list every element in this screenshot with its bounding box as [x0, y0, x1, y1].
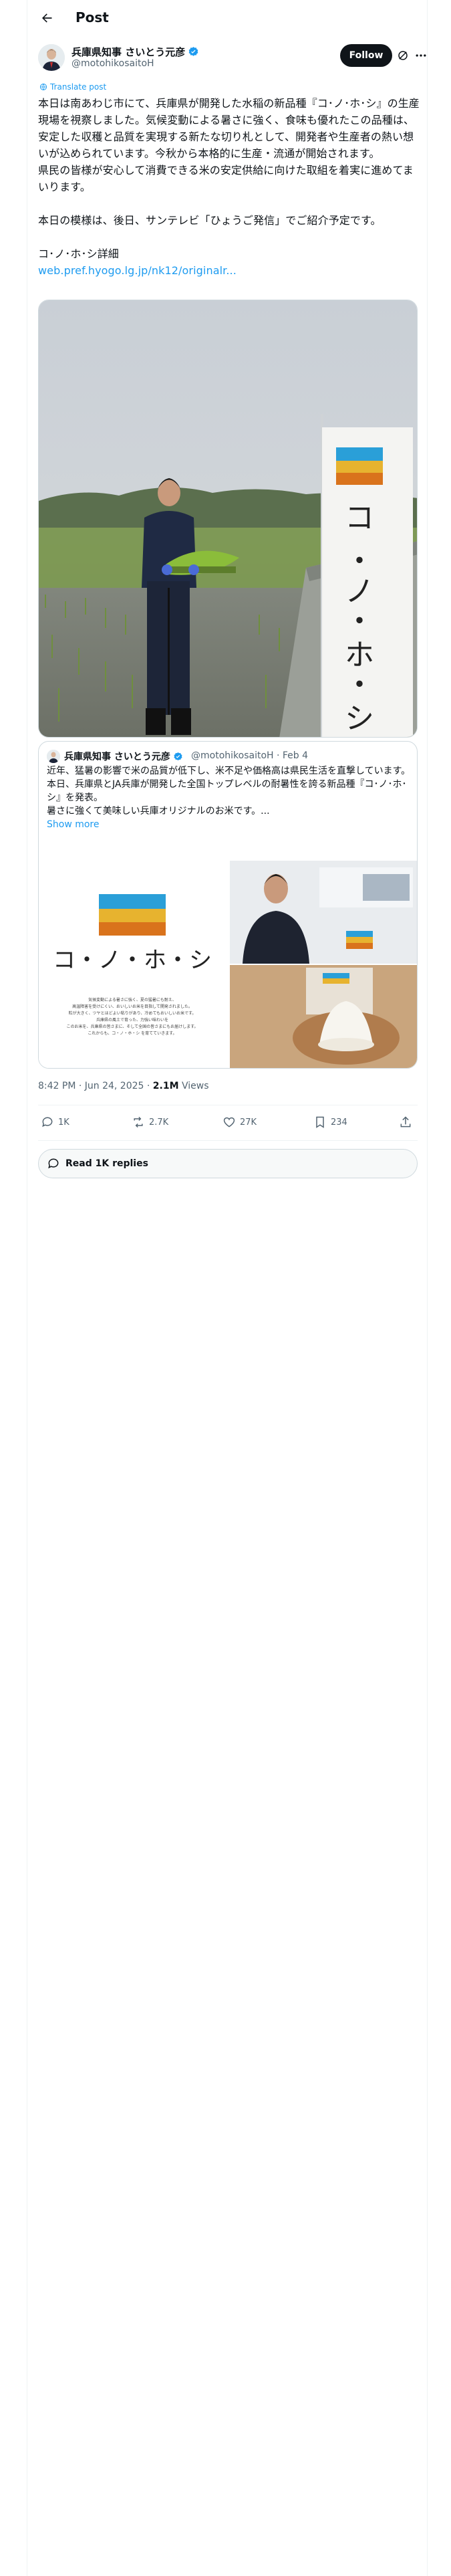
back-button[interactable]	[37, 8, 57, 28]
verified-badge-icon	[188, 47, 198, 56]
action-bar: 1K 2.7K 27K 234	[38, 1105, 418, 1141]
bookmark-icon	[316, 1116, 324, 1128]
svg-text:・: ・	[345, 544, 374, 578]
quoted-media-grid[interactable]: コ・ノ・ホ・シ 気候変動による暑さに強く、夏の猛暑にも耐え、 高温障害を受けにく…	[39, 861, 417, 1068]
post-timestamp[interactable]: 8:42 PM · Jun 24, 2025 · 2.1M Views	[38, 1081, 208, 1091]
svg-text:・: ・	[345, 668, 374, 702]
quoted-caption-line: 兵庫県の風土で育った、力強い味わいを	[96, 1017, 168, 1023]
repost-button[interactable]: 2.7K	[132, 1115, 168, 1129]
author-name-text: 兵庫県知事 さいとう元彦	[71, 46, 186, 58]
read-replies-button[interactable]: Read 1K replies	[38, 1149, 418, 1178]
grok-icon[interactable]	[397, 49, 409, 62]
bookmark-button[interactable]: 234	[313, 1115, 347, 1129]
svg-text:ノ: ノ	[345, 574, 374, 609]
repost-count: 2.7K	[149, 1117, 169, 1128]
svg-text:シ: シ	[345, 702, 374, 736]
post-link-url[interactable]: web.pref.hyogo.lg.jp/nk12/originalr...	[38, 262, 422, 279]
reply-button[interactable]: 1K	[41, 1115, 69, 1129]
svg-text:コ: コ	[345, 501, 374, 535]
post-paragraph-1: 本日は南あわじ市にて、兵庫県が開発した水稲の新品種『コ･ノ･ホ･シ』の生産現場を…	[38, 97, 420, 160]
svg-text:・: ・	[345, 605, 374, 639]
verified-badge-icon	[174, 752, 182, 760]
quoted-caption-line: 高温障害を受けにくい、おいしいお米を目指して開発されました。	[72, 1004, 192, 1009]
quoted-caption-line: 気候変動による暑さに強く、夏の猛暑にも耐え、	[88, 997, 176, 1002]
page-header: Post	[27, 0, 428, 35]
post-paragraph-3: 本日の模様は、後日、サンテレビ「ひょうご発信」でご紹介予定です。	[38, 214, 382, 227]
quoted-line-3: 暑さに強くて美味しい兵庫オリジナルのお米です。...	[47, 806, 270, 817]
heart-icon	[223, 1117, 235, 1128]
bookmark-count: 234	[331, 1117, 347, 1128]
author-handle[interactable]: @motohikosaitoH	[71, 58, 154, 69]
quoted-text: 近年、猛暑の影響で米の品質が低下し、米不足や価格高は県民生活を直撃しています。 …	[47, 764, 411, 831]
reply-count: 1K	[58, 1117, 69, 1128]
post-link-title: コ･ノ･ホ･シ詳細	[38, 247, 119, 260]
page-title: Post	[76, 9, 109, 25]
quoted-caption-line: これからも、コ・ノ・ホ・シ を育てていきます。	[88, 1031, 176, 1036]
follow-button[interactable]: Follow	[340, 44, 392, 67]
quoted-caption-line: 粒が大きく、ツヤとほどよい粘りがあり、冷めてもおいしいお米です。	[69, 1010, 196, 1016]
quoted-line-1: 近年、猛暑の影響で米の品質が低下し、米不足や価格高は県民生活を直撃しています。	[47, 766, 411, 776]
quoted-line-2: 本日、兵庫県とJA兵庫が開発した全国トップレベルの耐暑性を誇る新品種『コ･ノ･ホ…	[47, 779, 407, 803]
share-icon	[400, 1116, 411, 1128]
avatar[interactable]	[38, 44, 65, 71]
translate-post-link[interactable]: Translate post	[39, 82, 106, 92]
main-column: Post 兵庫県知事 さいとう元彦 @motohikosaitoH Follow…	[27, 0, 428, 2576]
quoted-avatar	[47, 750, 60, 763]
reply-bubble-icon	[48, 1158, 59, 1169]
share-button[interactable]	[399, 1115, 412, 1129]
quoted-post[interactable]: 兵庫県知事 さいとう元彦 @motohikosaitoH · Feb 4 近年、…	[38, 741, 418, 1069]
post-photo[interactable]: コ ・ ノ ・ ホ ・ シ	[38, 300, 418, 738]
post-time[interactable]: 8:42 PM · Jun 24, 2025 ·	[38, 1081, 153, 1091]
quoted-logo-text: コ・ノ・ホ・シ	[53, 947, 212, 974]
quoted-handle-date: @motohikosaitoH · Feb 4	[191, 750, 309, 761]
show-more-link[interactable]: Show more	[47, 818, 411, 831]
translate-icon	[40, 84, 47, 90]
views-count: 2.1M	[152, 1081, 179, 1091]
repost-icon	[134, 1116, 143, 1128]
translate-label: Translate post	[50, 82, 107, 92]
post-paragraph-2: 県民の皆様が安心して消費できる米の安定供給に向けた取組を着実に進めてまいります。	[38, 164, 414, 193]
reply-icon	[42, 1117, 53, 1128]
like-count: 27K	[240, 1117, 257, 1128]
views-label: Views	[178, 1081, 209, 1091]
read-replies-label: Read 1K replies	[65, 1158, 148, 1169]
more-options-icon[interactable]	[414, 48, 428, 63]
post-text: 本日は南あわじ市にて、兵庫県が開発した水稲の新品種『コ･ノ･ホ･シ』の生産現場を…	[38, 95, 422, 279]
back-arrow-icon	[42, 13, 52, 23]
quoted-author-name: 兵庫県知事 さいとう元彦	[64, 750, 183, 763]
author-name[interactable]: 兵庫県知事 さいとう元彦	[71, 45, 199, 59]
like-button[interactable]: 27K	[222, 1115, 257, 1129]
quoted-author-name-text: 兵庫県知事 さいとう元彦	[64, 752, 170, 762]
post-author: 兵庫県知事 さいとう元彦 @motohikosaitoH Follow	[38, 43, 426, 72]
svg-text:ホ: ホ	[345, 638, 374, 672]
quoted-caption-line: このお米を、兵庫県の皆さまに、そして全国の皆さまにもお届けします。	[66, 1024, 198, 1029]
